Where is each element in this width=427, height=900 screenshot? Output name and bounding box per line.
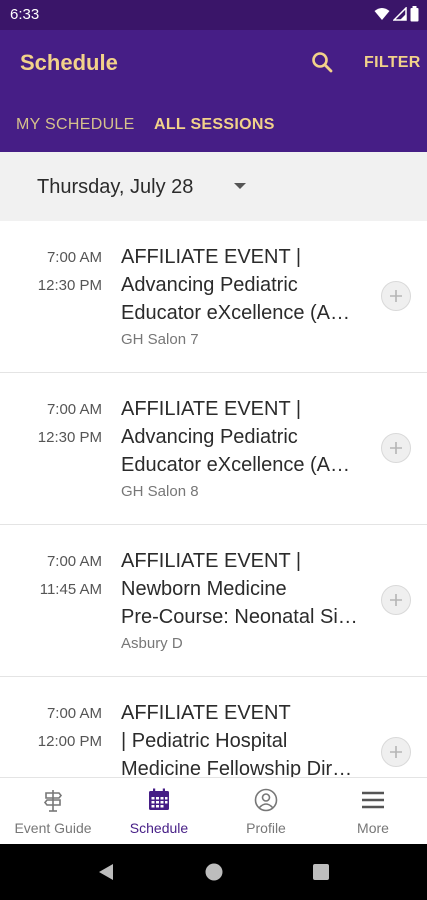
nav-item-event-guide[interactable]: Event Guide	[0, 778, 106, 845]
status-icons	[374, 6, 419, 22]
back-icon[interactable]	[96, 862, 116, 882]
add-to-schedule-button[interactable]	[381, 433, 411, 463]
add-to-schedule-button[interactable]	[381, 585, 411, 615]
filter-button[interactable]: FILTER	[364, 54, 421, 72]
nav-item-profile[interactable]: Profile	[213, 778, 319, 845]
app-bar: Schedule FILTER MY SCHEDULE ALL SESSIONS	[0, 30, 427, 152]
session-list[interactable]: 7:00 AM 12:30 PM AFFILIATE EVENT | Advan…	[0, 221, 427, 777]
session-item[interactable]: 7:00 AM 12:30 PM AFFILIATE EVENT | Advan…	[0, 221, 427, 373]
session-title: AFFILIATE EVENT | Advancing Pediatric Ed…	[121, 246, 351, 324]
session-start-time: 7:00 AM	[46, 553, 102, 570]
date-value: Thursday, July 28	[37, 176, 194, 198]
session-title: AFFILIATE EVENT | Advancing Pediatric Ed…	[121, 398, 351, 476]
search-icon	[309, 52, 337, 81]
tab-my-schedule[interactable]: MY SCHEDULE	[16, 116, 135, 134]
session-room: GH Salon 7	[121, 331, 199, 348]
session-room: Asbury D	[121, 635, 183, 652]
page-title: Schedule	[20, 50, 118, 75]
signal-icon	[393, 7, 407, 21]
status-bar: 6:33	[0, 0, 427, 30]
nav-item-more[interactable]: More	[320, 778, 426, 845]
battery-icon	[410, 6, 419, 22]
session-item[interactable]: 7:00 AM 12:00 PM AFFILIATE EVENT | Pedia…	[0, 677, 427, 777]
nav-item-schedule[interactable]: Schedule	[106, 778, 212, 845]
signpost-icon	[41, 788, 65, 812]
session-title: AFFILIATE EVENT | Pediatric Hospital Med…	[121, 702, 353, 777]
session-start-time: 7:00 AM	[46, 249, 102, 266]
status-time: 6:33	[10, 6, 40, 23]
session-start-time: 7:00 AM	[46, 401, 102, 418]
chevron-down-icon	[234, 183, 246, 189]
session-end-time: 12:30 PM	[37, 277, 102, 294]
nav-label: Event Guide	[14, 820, 92, 836]
nav-label: Profile	[246, 820, 286, 836]
session-end-time: 11:45 AM	[39, 581, 102, 598]
tab-all-sessions[interactable]: ALL SESSIONS	[154, 116, 275, 134]
home-icon[interactable]	[204, 862, 224, 882]
bottom-nav: Event Guide Schedule Profile More	[0, 777, 427, 844]
date-selector[interactable]: Thursday, July 28	[0, 152, 427, 221]
calendar-icon	[147, 788, 171, 812]
nav-label: Schedule	[129, 820, 189, 836]
system-nav-bar	[0, 844, 427, 900]
profile-icon	[254, 788, 278, 812]
session-item[interactable]: 7:00 AM 11:45 AM AFFILIATE EVENT | Newbo…	[0, 525, 427, 677]
session-room: GH Salon 8	[121, 483, 199, 500]
session-end-time: 12:30 PM	[37, 429, 102, 446]
menu-icon	[361, 788, 385, 812]
session-start-time: 7:00 AM	[46, 705, 102, 722]
wifi-icon	[374, 7, 390, 21]
session-title: AFFILIATE EVENT | Newborn Medicine Pre-C…	[121, 550, 358, 628]
add-to-schedule-button[interactable]	[381, 281, 411, 311]
session-end-time: 12:00 PM	[37, 733, 102, 750]
recents-icon[interactable]	[311, 862, 331, 882]
nav-label: More	[357, 820, 389, 836]
add-to-schedule-button[interactable]	[381, 737, 411, 767]
search-button[interactable]	[309, 49, 337, 77]
session-item[interactable]: 7:00 AM 12:30 PM AFFILIATE EVENT | Advan…	[0, 373, 427, 525]
